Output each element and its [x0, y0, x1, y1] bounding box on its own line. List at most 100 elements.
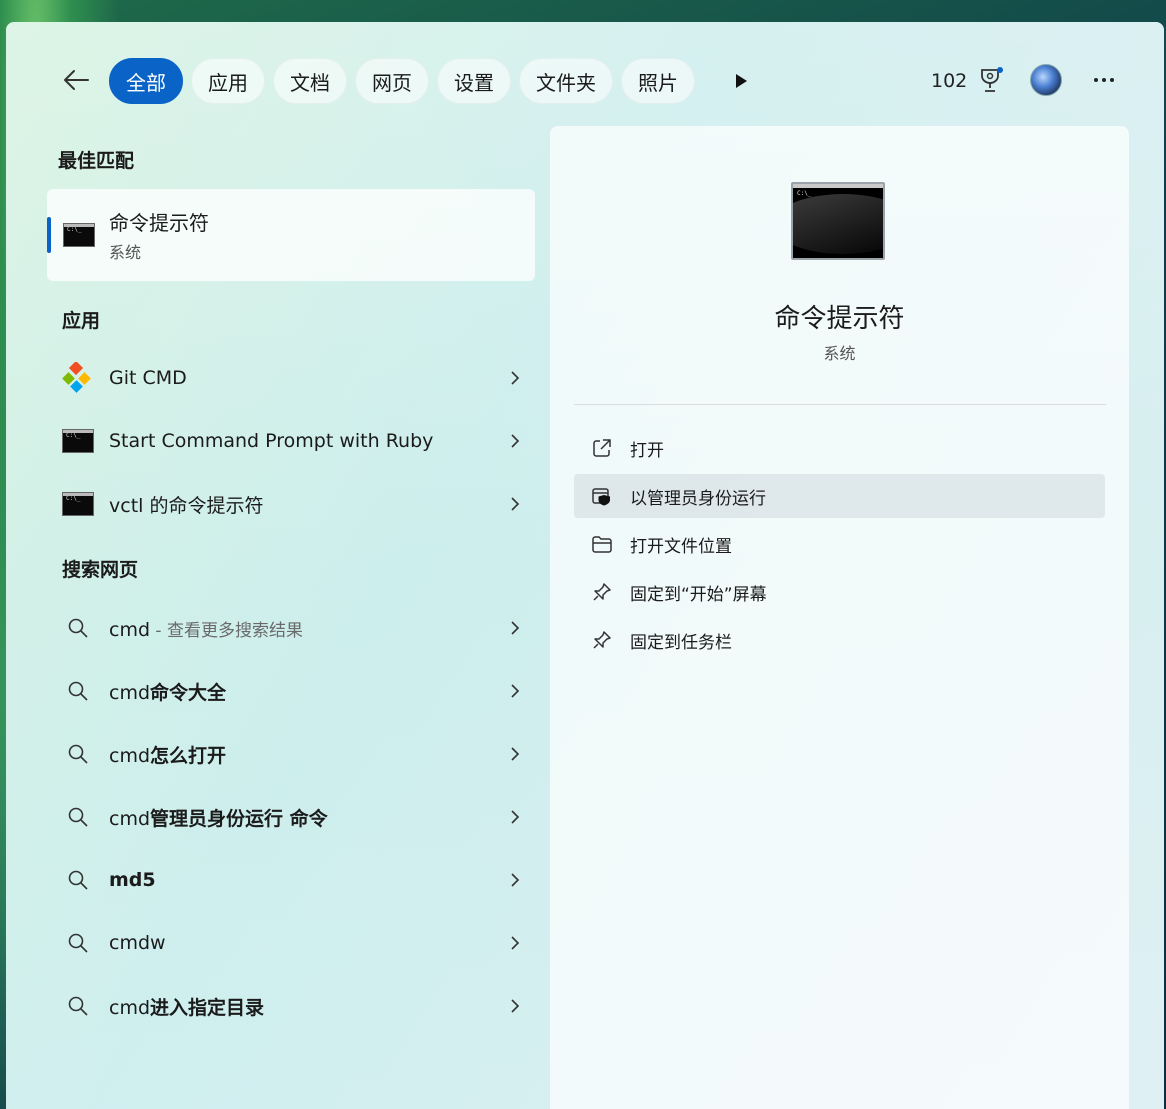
list-item-label: vctl 的命令提示符: [109, 494, 264, 517]
command-prompt-large-icon: C:\_: [791, 182, 885, 260]
web-search-item[interactable]: cmd怎么打开: [47, 726, 535, 782]
best-match-subtitle: 系统: [109, 243, 142, 262]
chevron-right-icon[interactable]: [495, 726, 535, 782]
chevron-right-icon[interactable]: [495, 476, 535, 532]
query-suggestion: 管理员身份运行 命令: [150, 807, 328, 830]
query-prefix: cmdw: [109, 932, 166, 954]
web-search-label: cmd - 查看更多搜索结果: [109, 616, 495, 641]
selection-indicator: [47, 217, 51, 253]
detail-pane: C:\_ 命令提示符 系统 打开 以管理员身份运行 打开文件位置 固定到“开始”…: [550, 126, 1129, 1109]
more-tabs-button[interactable]: [723, 58, 759, 104]
list-item-label: Start Command Prompt with Ruby: [109, 430, 434, 452]
tab-folders[interactable]: 文件夹: [519, 58, 613, 104]
open-external-icon: [593, 439, 611, 457]
query-prefix: cmd: [109, 681, 151, 704]
action-label: 固定到“开始”屏幕: [630, 584, 767, 605]
best-match-title: 命令提示符: [109, 211, 209, 235]
web-search-label: cmdw: [109, 932, 495, 954]
web-search-item[interactable]: md5: [47, 852, 535, 908]
web-search-heading: 搜索网页: [62, 559, 139, 581]
git-icon: [62, 362, 91, 393]
folder-icon: [592, 536, 612, 553]
web-search-item[interactable]: cmd - 查看更多搜索结果: [47, 600, 535, 656]
divider: [574, 404, 1106, 405]
query-suggestion: 进入指定目录: [150, 996, 265, 1019]
best-match-heading: 最佳匹配: [58, 150, 135, 172]
search-filter-bar: 全部 应用 文档 网页 设置 文件夹 照片 102: [6, 22, 1164, 122]
search-icon: [68, 618, 88, 638]
search-icon: [68, 870, 88, 890]
filter-tabs: 全部 应用 文档 网页 设置 文件夹 照片: [109, 58, 759, 104]
ellipsis-icon: [1094, 78, 1114, 82]
web-search-label: cmd怎么打开: [109, 741, 495, 768]
query-hint: - 查看更多搜索结果: [150, 620, 303, 641]
chevron-right-icon[interactable]: [495, 413, 535, 469]
search-icon: [68, 744, 88, 764]
tab-all[interactable]: 全部: [109, 58, 183, 104]
rewards-points: 102: [931, 70, 968, 92]
list-item-label: Git CMD: [109, 367, 187, 389]
action-pin-to-start[interactable]: 固定到“开始”屏幕: [574, 570, 1105, 614]
action-label: 打开文件位置: [630, 536, 732, 557]
app-item-vctl-prompt[interactable]: vctl 的命令提示符: [47, 476, 535, 532]
query-prefix: cmd: [109, 618, 151, 641]
trophy-icon: [981, 67, 1003, 92]
chevron-right-icon[interactable]: [495, 915, 535, 971]
chevron-right-icon[interactable]: [495, 350, 535, 406]
web-search-item[interactable]: cmdw: [47, 915, 535, 971]
action-pin-to-taskbar[interactable]: 固定到任务栏: [574, 618, 1105, 662]
web-search-label: md5: [109, 869, 495, 891]
tab-settings[interactable]: 设置: [437, 58, 511, 104]
tab-documents[interactable]: 文档: [273, 58, 347, 104]
app-item-git-cmd[interactable]: Git CMD: [47, 350, 535, 406]
chevron-right-icon[interactable]: [495, 852, 535, 908]
pin-icon: [593, 631, 611, 649]
arrow-left-icon: [64, 70, 89, 90]
command-prompt-icon: [63, 223, 95, 247]
rewards-button[interactable]: [976, 66, 1004, 94]
play-icon: [736, 74, 747, 88]
apps-heading: 应用: [62, 310, 101, 332]
pin-icon: [593, 583, 611, 601]
search-icon: [68, 933, 88, 953]
chevron-right-icon[interactable]: [495, 600, 535, 656]
web-search-item[interactable]: cmd命令大全: [47, 663, 535, 719]
query-prefix: cmd: [109, 744, 151, 767]
web-search-item[interactable]: cmd进入指定目录: [47, 978, 535, 1034]
command-prompt-icon: [62, 429, 94, 453]
web-search-label: cmd进入指定目录: [109, 993, 495, 1020]
chevron-right-icon[interactable]: [495, 663, 535, 719]
query-suggestion: 怎么打开: [150, 744, 227, 767]
search-icon: [68, 996, 88, 1016]
detail-app-type: 系统: [823, 344, 856, 363]
best-match-item[interactable]: 命令提示符 系统: [47, 189, 535, 281]
search-panel: 全部 应用 文档 网页 设置 文件夹 照片 102 最佳匹配 C:\_ 命令提示…: [6, 22, 1164, 1109]
tab-web[interactable]: 网页: [355, 58, 429, 104]
user-avatar[interactable]: [1030, 64, 1062, 96]
more-options-button[interactable]: [1088, 64, 1120, 96]
query-suggestion: md5: [109, 869, 156, 891]
search-icon: [68, 681, 88, 701]
back-button[interactable]: [58, 62, 94, 98]
tab-apps[interactable]: 应用: [191, 58, 265, 104]
chevron-right-icon[interactable]: [495, 978, 535, 1034]
action-label: 打开: [630, 440, 664, 461]
search-icon: [68, 807, 88, 827]
chevron-right-icon[interactable]: [495, 789, 535, 845]
web-search-label: cmd命令大全: [109, 678, 495, 705]
query-suggestion: 命令大全: [150, 681, 227, 704]
action-open[interactable]: 打开: [574, 426, 1105, 470]
detail-app-name: 命令提示符: [774, 304, 905, 334]
action-open-file-location[interactable]: 打开文件位置: [574, 522, 1105, 566]
app-item-ruby-prompt[interactable]: Start Command Prompt with Ruby: [47, 413, 535, 469]
web-search-item[interactable]: cmd管理员身份运行 命令: [47, 789, 535, 845]
command-prompt-icon: [62, 492, 94, 516]
action-label: 以管理员身份运行: [630, 488, 766, 509]
web-search-label: cmd管理员身份运行 命令: [109, 804, 495, 831]
query-prefix: cmd: [109, 996, 151, 1019]
action-run-as-admin[interactable]: 以管理员身份运行: [574, 474, 1105, 518]
admin-shield-icon: [592, 488, 610, 506]
tab-photos[interactable]: 照片: [621, 58, 695, 104]
action-label: 固定到任务栏: [630, 632, 732, 653]
query-prefix: cmd: [109, 807, 151, 830]
